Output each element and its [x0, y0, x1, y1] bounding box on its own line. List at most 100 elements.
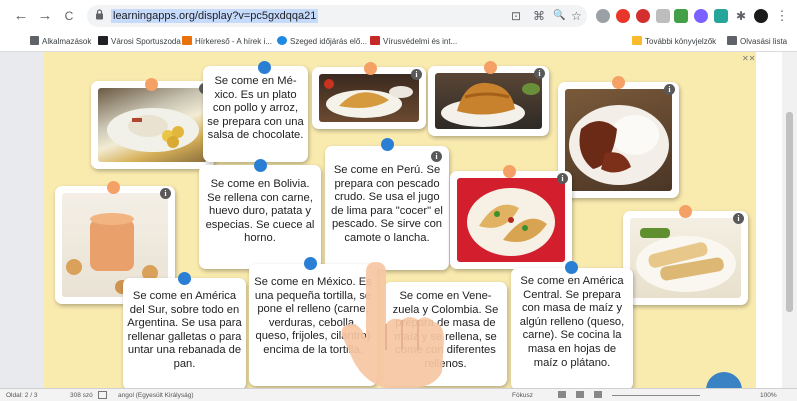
pin-icon — [254, 159, 267, 172]
extension-6-icon[interactable] — [694, 9, 708, 23]
focus-mode[interactable]: Fókusz — [512, 391, 533, 400]
zoom-level[interactable]: 100% — [760, 391, 777, 400]
image-card-saltena[interactable]: i — [428, 66, 549, 136]
image-card-mole[interactable]: i — [558, 82, 679, 198]
bookmark-item[interactable]: Városi Sportuszoda — [98, 36, 181, 48]
card-text: Se come en Boli­via. Se rellena con carn… — [205, 178, 315, 245]
bookmark-apps[interactable]: Alkalmazások — [30, 36, 91, 48]
tamales-photo — [630, 218, 741, 298]
extension-1-icon[interactable] — [596, 9, 610, 23]
saltena-photo — [435, 73, 542, 129]
info-icon[interactable]: i — [733, 213, 744, 224]
empanada-illustration — [324, 79, 413, 118]
bookmarks-bar: Alkalmazások Városi Sportuszoda Hírkeres… — [0, 32, 797, 52]
web-layout-icon[interactable] — [594, 391, 602, 398]
back-button[interactable]: ← — [12, 7, 30, 25]
image-card-empanada[interactable]: i — [312, 67, 426, 129]
proofing-icon[interactable] — [98, 391, 107, 399]
pin-icon — [258, 61, 271, 74]
info-icon[interactable]: i — [411, 69, 422, 80]
apps-grid-icon — [30, 36, 39, 45]
document-margin — [756, 52, 782, 388]
image-card-tamales[interactable]: i — [623, 211, 748, 305]
print-layout-icon[interactable] — [576, 391, 584, 398]
extension-7-icon[interactable] — [714, 9, 728, 23]
info-icon[interactable]: i — [557, 173, 568, 184]
url-text[interactable]: learningapps.org/display?v=pc5gxdqqa21 — [111, 9, 319, 23]
pin-icon — [565, 261, 578, 274]
qr-code-icon[interactable]: ⌘ — [533, 8, 545, 24]
bookmark-favicon-icon — [98, 36, 108, 45]
image-card-tacos[interactable]: i — [450, 171, 572, 269]
address-bar[interactable]: learningapps.org/display?v=pc5gxdqqa21 ⊡… — [87, 5, 587, 27]
pin-icon — [503, 165, 516, 178]
profile-icon[interactable] — [754, 9, 768, 23]
card-text: Se come en Amé­rica del Sur, sobre todo … — [127, 290, 242, 370]
install-app-icon[interactable]: ⊡ — [511, 8, 521, 24]
pin-icon — [107, 181, 120, 194]
ceviche-illustration — [107, 108, 199, 152]
hand-cursor-icon — [341, 262, 444, 388]
saltena-illustration — [441, 82, 540, 127]
pin-icon — [679, 205, 692, 218]
tacos-photo — [457, 178, 565, 262]
reload-button[interactable]: C — [60, 7, 78, 25]
info-icon[interactable]: i — [534, 68, 545, 79]
ceviche-photo — [98, 88, 207, 162]
vertical-scrollbar[interactable] — [782, 52, 797, 388]
pin-icon — [381, 138, 394, 151]
pin-icon — [612, 76, 625, 89]
text-card-mole[interactable]: Se come en Mé­xico. Es un plato con poll… — [203, 66, 308, 162]
bookmark-favicon-icon — [182, 36, 192, 45]
lastpass-icon[interactable] — [636, 9, 650, 23]
bookmark-folder-other[interactable]: További könyvjelzők — [632, 36, 716, 48]
word-status-bar: Oldal: 2 / 3 308 szó angol (Egyesült Kir… — [0, 388, 797, 401]
mole-photo — [565, 89, 672, 191]
reading-list[interactable]: Olvasási lista — [727, 36, 787, 48]
card-text: Se come en Mé­xico. Es un plato con poll… — [207, 75, 304, 142]
scrollbar-thumb[interactable] — [786, 112, 793, 312]
info-icon[interactable]: i — [664, 84, 675, 95]
mole-illustration — [569, 105, 669, 185]
info-icon[interactable]: i — [160, 188, 171, 199]
tamales-illustration — [636, 228, 736, 292]
card-text: Se come en Amé­rica Central. Se prepara … — [519, 275, 625, 369]
opera-icon[interactable] — [616, 9, 630, 23]
image-card-ceviche[interactable]: i — [91, 81, 214, 169]
document-margin — [0, 52, 44, 388]
card-text: Se come en Perú. Se prepara con pescado … — [331, 164, 443, 244]
pin-icon — [364, 62, 377, 75]
pin-icon — [178, 272, 191, 285]
fullscreen-icon[interactable]: ✕✕ — [742, 54, 755, 63]
menu-icon[interactable]: ⋮ — [775, 9, 789, 23]
text-card-tamales[interactable]: Se come en Amé­rica Central. Se prepara … — [511, 268, 633, 388]
lock-icon[interactable] — [95, 9, 104, 20]
word-count[interactable]: 308 szó — [70, 391, 93, 400]
bookmark-favicon-icon — [277, 36, 287, 45]
pin-icon — [304, 257, 317, 270]
info-icon[interactable]: i — [431, 151, 442, 162]
pin-extension-icon[interactable]: ✱ — [734, 9, 748, 23]
folder-icon — [632, 36, 642, 45]
tacos-illustration — [467, 188, 555, 256]
text-card-saltena[interactable]: Se come en Boli­via. Se rellena con carn… — [199, 165, 321, 269]
bookmark-item[interactable]: Vírusvédelmi és int... — [370, 36, 457, 48]
empanada-photo — [319, 74, 419, 122]
text-card-dulce-de-leche[interactable]: Se come en Amé­rica del Sur, sobre todo … — [123, 278, 246, 388]
forward-button[interactable]: → — [36, 7, 54, 25]
text-card-ceviche[interactable]: Se come en Perú. Se prepara con pescado … — [325, 146, 449, 270]
bookmark-item[interactable]: Szeged időjárás elő... — [277, 36, 367, 48]
bookmark-star-icon[interactable]: ☆ — [571, 8, 582, 24]
page-counter[interactable]: Oldal: 2 / 3 — [6, 391, 37, 400]
extension-4-icon[interactable] — [656, 9, 670, 23]
bookmark-item[interactable]: Hírkereső - A hírek i... — [182, 36, 272, 48]
extension-5-icon[interactable] — [674, 9, 688, 23]
read-mode-icon[interactable] — [558, 391, 566, 398]
zoom-slider[interactable] — [612, 395, 700, 396]
pin-icon — [484, 61, 497, 74]
language-indicator[interactable]: angol (Egyesült Királyság) — [118, 391, 194, 400]
reading-list-icon — [727, 36, 737, 45]
pin-icon — [145, 78, 158, 91]
zoom-icon[interactable]: 🔍 — [553, 8, 565, 24]
browser-toolbar: ← → C learningapps.org/display?v=pc5gxdq… — [0, 0, 797, 32]
